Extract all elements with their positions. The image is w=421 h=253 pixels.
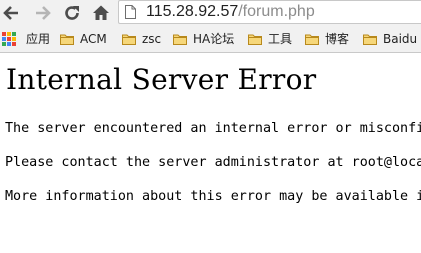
url-text[interactable]: 115.28.92.57/forum.php (146, 2, 315, 22)
browser-window: 115.28.92.57/forum.php 应用 ACM zsc HA论坛 工… (0, 0, 421, 253)
bookmark-label: 博客 (325, 32, 350, 46)
folder-icon (122, 34, 136, 45)
bookmark-folder-ha-forum[interactable]: HA论坛 (173, 31, 234, 47)
apps-shortcut[interactable]: 应用 (2, 31, 50, 47)
folder-icon (248, 34, 262, 45)
bookmark-label: 工具 (268, 32, 293, 46)
bookmarks-bar: 应用 ACM zsc HA论坛 工具 博客 Baidu (0, 25, 421, 53)
page-content: Internal Server Error The server encount… (0, 54, 421, 253)
reload-icon (65, 6, 79, 20)
error-title: Internal Server Error (6, 63, 317, 96)
apps-grid-icon (2, 32, 16, 46)
contact-message: Please contact the server administrator … (5, 155, 421, 170)
folder-icon (305, 34, 319, 45)
bookmark-folder-blog[interactable]: 博客 (305, 31, 349, 47)
folder-icon (60, 34, 74, 45)
bookmark-folder-baidu[interactable]: Baidu (363, 31, 417, 47)
browser-toolbar: 115.28.92.57/forum.php (0, 0, 421, 25)
bookmark-label: Baidu (383, 32, 418, 46)
home-button[interactable] (91, 3, 111, 23)
bookmark-folder-acm[interactable]: ACM (60, 31, 107, 47)
bookmark-label: zsc (142, 32, 162, 46)
bookmark-label: ACM (80, 32, 107, 46)
url-path: /forum.php (238, 3, 315, 20)
reload-button[interactable] (62, 3, 82, 23)
arrow-left-icon (3, 6, 18, 20)
address-bar[interactable]: 115.28.92.57/forum.php (118, 0, 421, 24)
folder-icon (173, 34, 187, 45)
more-info-message: More information about this error may be… (5, 189, 421, 204)
url-host: 115.28.92.57 (146, 3, 239, 20)
home-icon (93, 5, 109, 20)
bookmark-label: HA论坛 (193, 32, 235, 46)
page-icon (125, 5, 136, 19)
bookmark-folder-zsc[interactable]: zsc (122, 31, 161, 47)
arrow-right-icon (36, 6, 51, 20)
forward-button[interactable] (33, 3, 53, 23)
apps-label: 应用 (26, 32, 51, 46)
back-button[interactable] (1, 3, 21, 23)
folder-icon (363, 34, 377, 45)
error-message: The server encountered an internal error… (5, 121, 421, 136)
bookmark-folder-tools[interactable]: 工具 (248, 31, 292, 47)
